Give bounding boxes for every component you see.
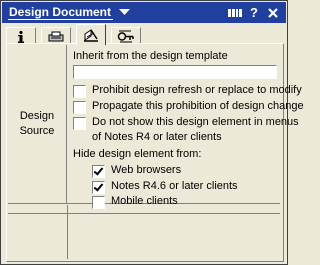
hide-in-menus-label: Do not show this design element in menus… — [92, 115, 299, 145]
close-icon[interactable] — [266, 6, 280, 20]
design-source-content: Inherit from the design template Prohibi… — [68, 45, 304, 209]
section-label-line1: Design — [19, 110, 55, 122]
divider — [67, 205, 68, 259]
hide-notes-clients-checkbox[interactable] — [92, 181, 105, 194]
hide-in-menus-label-line2: of Notes R4 or later clients — [92, 131, 222, 143]
section-label: Design Source — [8, 45, 67, 203]
propagate-prohibition-label: Propagate this prohibition of design cha… — [92, 100, 304, 112]
empty-section — [8, 205, 280, 259]
title-dropdown[interactable]: Design Document — [8, 2, 131, 23]
dialog-title[interactable]: Design Document — [8, 5, 114, 20]
hide-web-browsers-checkbox[interactable] — [92, 165, 105, 178]
properties-dialog: Design Document ? Design Source Inherit … — [0, 0, 304, 265]
hide-from-label: Hide design element from: — [73, 148, 202, 160]
prohibit-refresh-checkbox[interactable] — [73, 85, 86, 98]
design-source-section: Design Source Inherit from the design te… — [8, 45, 304, 209]
hide-in-menus-option[interactable]: Do not show this design element in menus… — [73, 115, 299, 145]
title-bar: Design Document ? — [2, 2, 286, 23]
help-icon[interactable]: ? — [247, 5, 261, 20]
key-icon — [117, 30, 134, 43]
options-icon[interactable] — [228, 6, 242, 20]
hide-web-browsers-label: Web browsers — [111, 164, 182, 176]
tab-design[interactable] — [76, 24, 106, 45]
tab-strip — [6, 24, 146, 45]
hide-notes-clients-label: Notes R4.6 or later clients — [111, 180, 238, 192]
divider — [8, 213, 280, 214]
prohibit-refresh-option[interactable]: Prohibit design refresh or replace to mo… — [73, 83, 302, 98]
hide-in-menus-label-line1: Do not show this design element in menus — [92, 116, 299, 128]
inherit-template-field[interactable] — [73, 65, 277, 79]
hide-notes-clients-option[interactable]: Notes R4.6 or later clients — [92, 179, 238, 194]
info-icon — [18, 30, 24, 43]
propagate-prohibition-checkbox[interactable] — [73, 101, 86, 114]
hide-web-browsers-option[interactable]: Web browsers — [92, 163, 181, 178]
hide-in-menus-checkbox[interactable] — [73, 117, 86, 130]
chevron-down-icon[interactable] — [119, 9, 131, 16]
inherit-label: Inherit from the design template — [73, 50, 228, 62]
design-icon — [84, 29, 98, 42]
properties-panel: Design Source Inherit from the design te… — [6, 43, 304, 262]
section-label-line2: Source — [19, 125, 55, 137]
prohibit-refresh-label: Prohibit design refresh or replace to mo… — [92, 84, 302, 96]
propagate-prohibition-option[interactable]: Propagate this prohibition of design cha… — [73, 99, 304, 114]
printer-icon — [48, 31, 64, 42]
